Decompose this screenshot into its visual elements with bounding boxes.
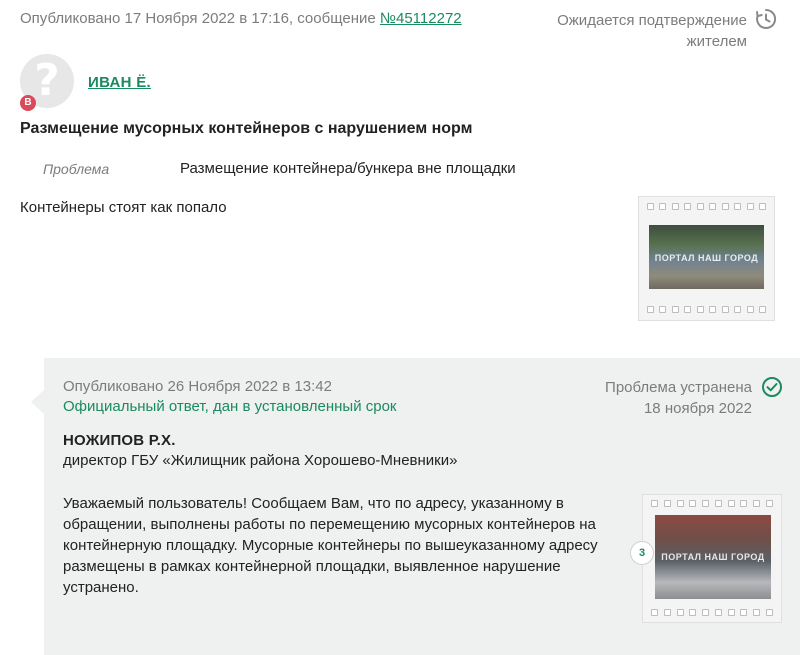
post-title: Размещение мусорных контейнеров с наруше… [20, 120, 473, 137]
post-photo-thumbnail[interactable]: ПОРТАЛ НАШ ГОРОД [638, 196, 775, 321]
answer-photo: ПОРТАЛ НАШ ГОРОД [655, 515, 771, 599]
answer-photo-thumbnail[interactable]: ПОРТАЛ НАШ ГОРОД [642, 494, 782, 623]
photo-count-badge[interactable]: 3 [630, 541, 654, 565]
answer-text: Уважаемый пользователь! Сообщаем Вам, чт… [63, 495, 598, 596]
problem-label: Проблема [43, 161, 110, 177]
problem-value: Размещение контейнера/бункера вне площад… [180, 160, 516, 177]
responder-position: директор ГБУ «Жилищник района Хорошево-М… [63, 452, 458, 469]
photo-watermark: ПОРТАЛ НАШ ГОРОД [661, 551, 765, 562]
post-published: Опубликовано 17 Ноября 2022 в 17:16, соо… [20, 10, 376, 27]
message-number-link[interactable]: №45112272 [380, 10, 462, 27]
answer-status-text: Проблема устранена [605, 379, 752, 396]
answer-status: Проблема устранена 18 ноября 2022 [605, 377, 752, 419]
answer-status-date: 18 ноября 2022 [643, 400, 752, 417]
post-photo: ПОРТАЛ НАШ ГОРОД [649, 225, 764, 289]
post-meta: Опубликовано 17 Ноября 2022 в 17:16, соо… [20, 10, 462, 27]
clock-history-icon [754, 7, 778, 31]
post-text: Контейнеры стоят как попало [20, 199, 227, 216]
answer-pointer [31, 390, 44, 414]
check-circle-icon [761, 376, 783, 398]
responder-name: НОЖИПОВ Р.Х. [63, 432, 176, 449]
answer-official-note: Официальный ответ, дан в установленный с… [63, 398, 397, 415]
post-status-line1: Ожидается подтверждение [557, 12, 747, 29]
post-status-line2: жителем [686, 33, 747, 50]
author-name-link[interactable]: ИВАН Ё. [88, 74, 151, 91]
answer-published: Опубликовано 26 Ноября 2022 в 13:42 [63, 378, 332, 395]
author-role-badge: В [20, 95, 36, 111]
post-status: Ожидается подтверждение жителем [557, 10, 747, 52]
photo-watermark: ПОРТАЛ НАШ ГОРОД [654, 253, 759, 264]
